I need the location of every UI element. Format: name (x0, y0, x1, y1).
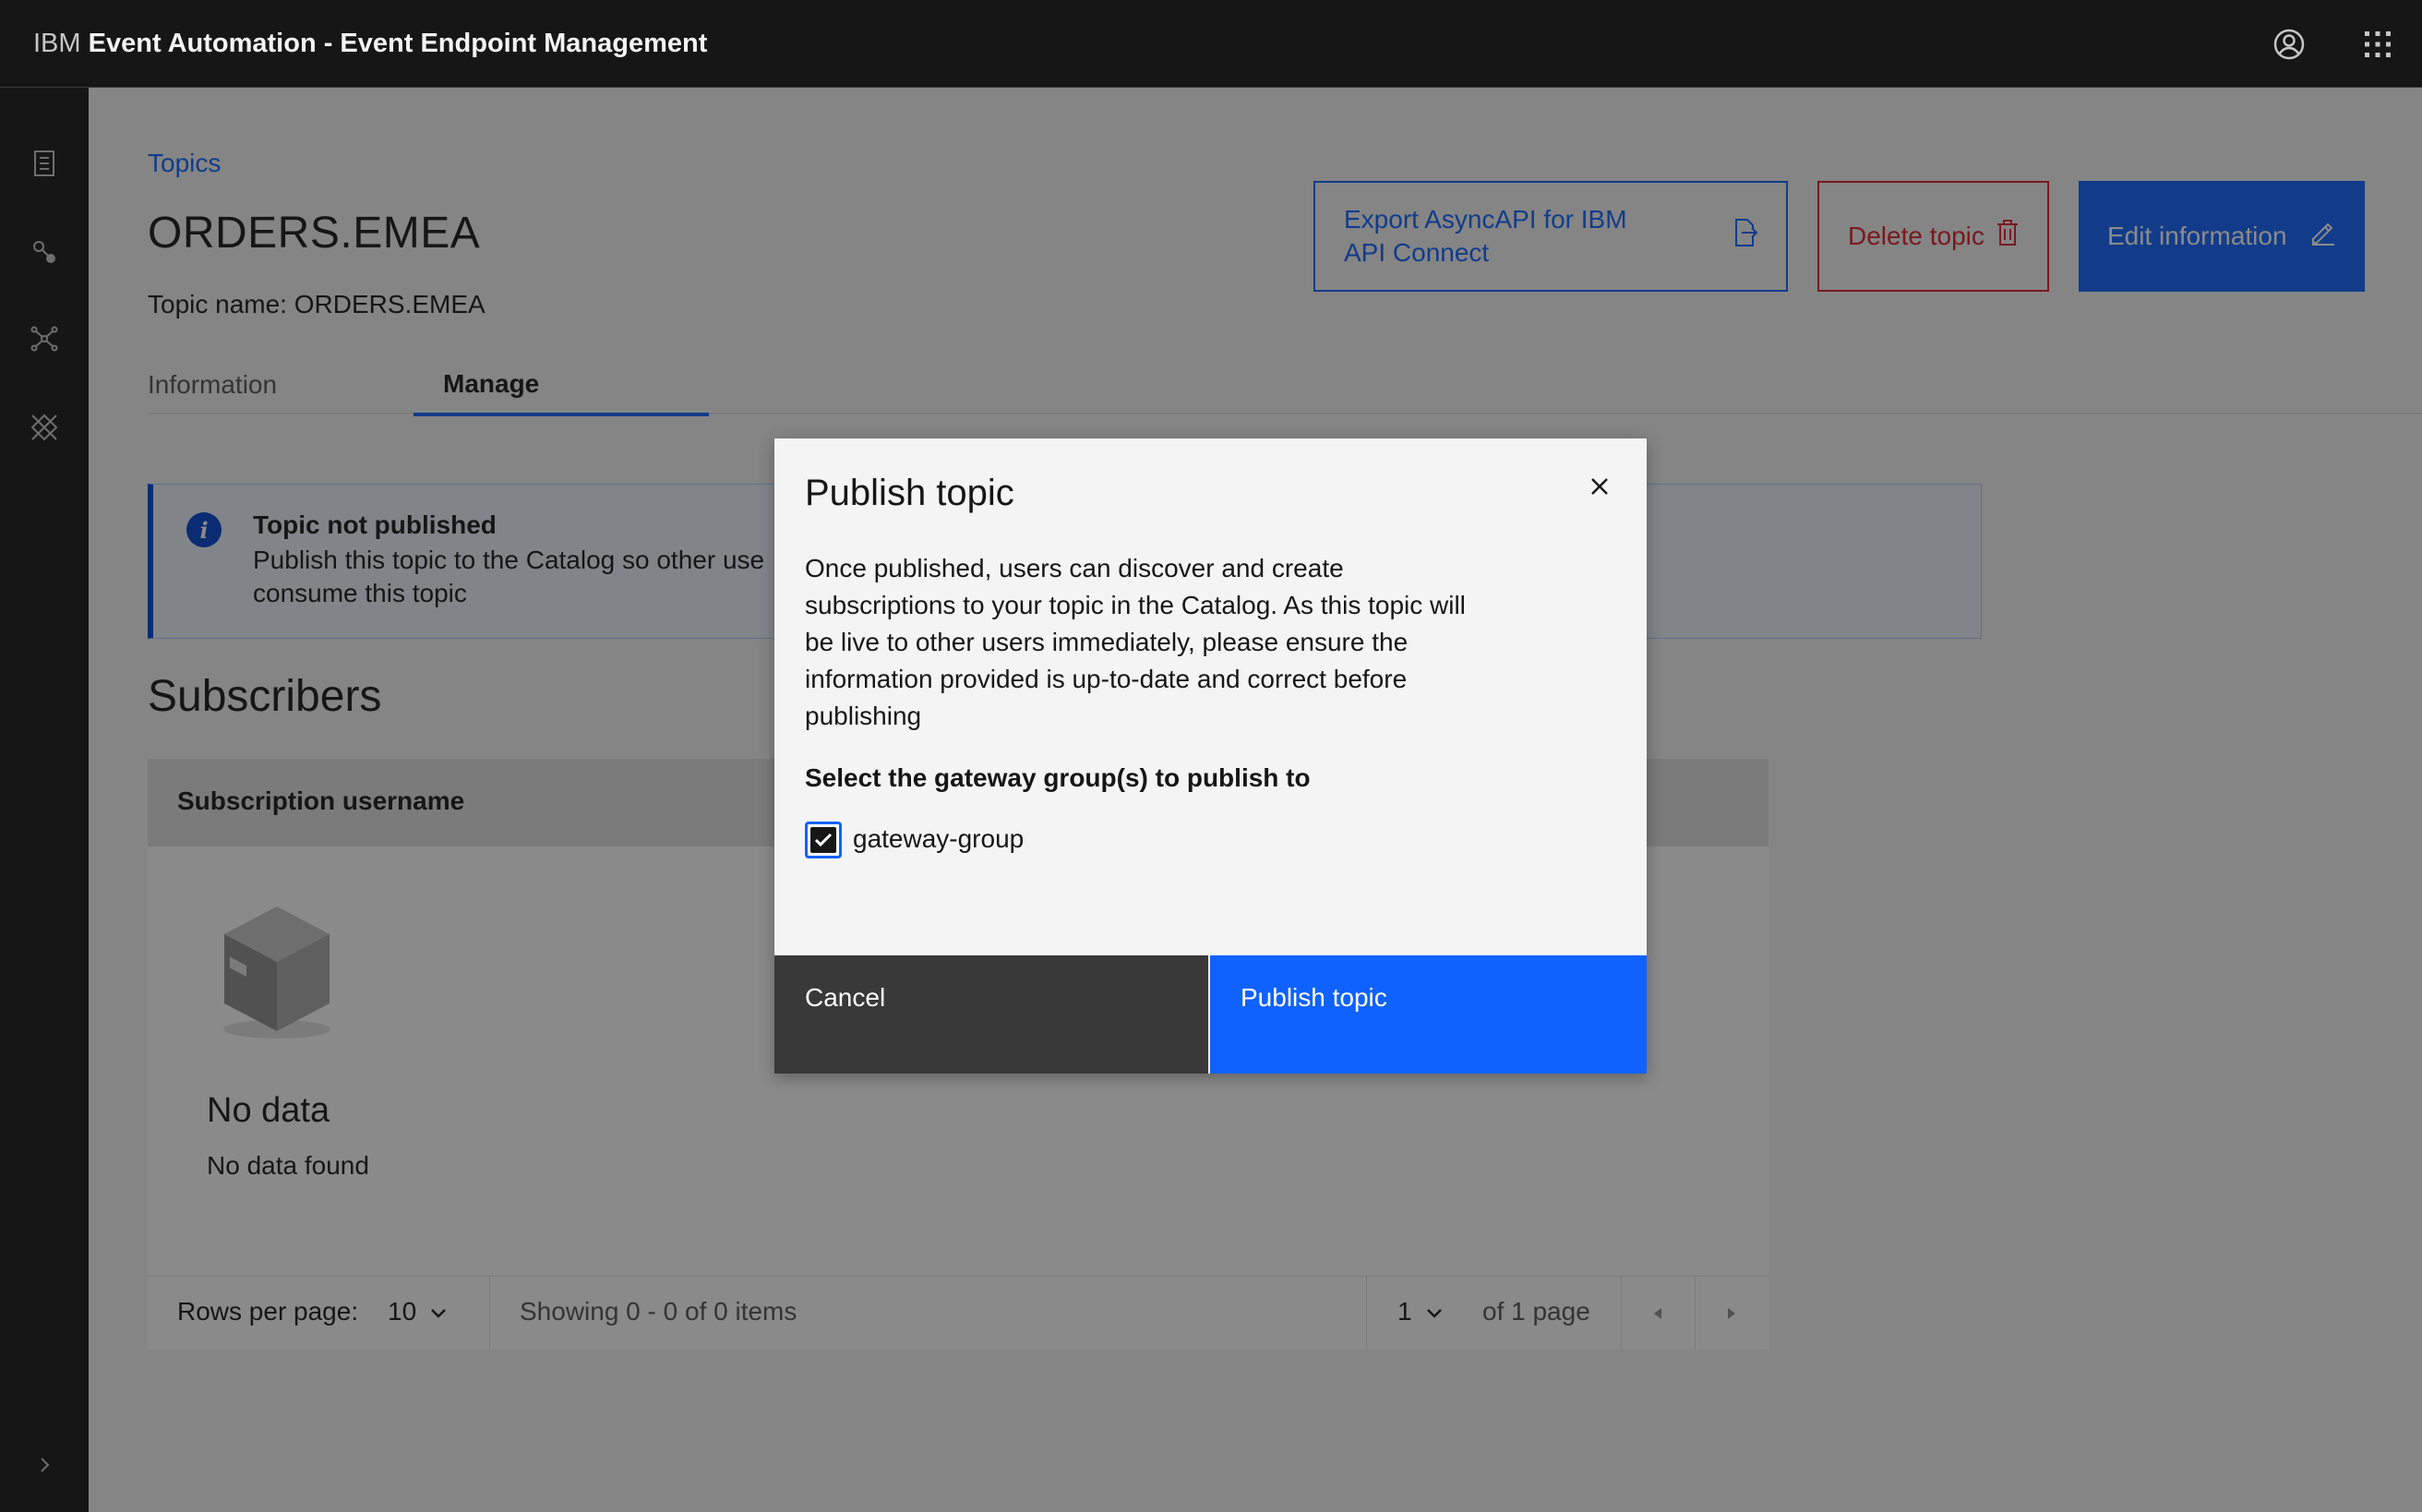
close-icon[interactable] (1574, 461, 1625, 512)
user-profile-icon[interactable] (2269, 24, 2309, 65)
modal-footer: Cancel Publish topic (774, 955, 1647, 1074)
product-name[interactable]: IBM Event Automation - Event Endpoint Ma… (33, 28, 707, 59)
cancel-button[interactable]: Cancel (774, 955, 1208, 1074)
gateway-group-checkbox-label[interactable]: gateway-group (853, 824, 1024, 854)
publish-topic-button[interactable]: Publish topic (1210, 955, 1647, 1074)
brand-prefix: IBM (33, 29, 81, 58)
publish-topic-modal: Publish topic Once published, users can … (774, 438, 1647, 1074)
app-switcher-icon[interactable] (2357, 24, 2398, 65)
checkmark-icon (810, 827, 836, 853)
modal-body-text: Once published, users can discover and c… (805, 554, 1466, 730)
modal-title: Publish topic (805, 473, 1014, 513)
gateway-group-label: Select the gateway group(s) to publish t… (805, 763, 1311, 792)
top-header: IBM Event Automation - Event Endpoint Ma… (0, 0, 2422, 88)
gateway-group-checkbox[interactable] (805, 822, 842, 858)
brand-name: Event Automation - Event Endpoint Manage… (88, 29, 708, 58)
